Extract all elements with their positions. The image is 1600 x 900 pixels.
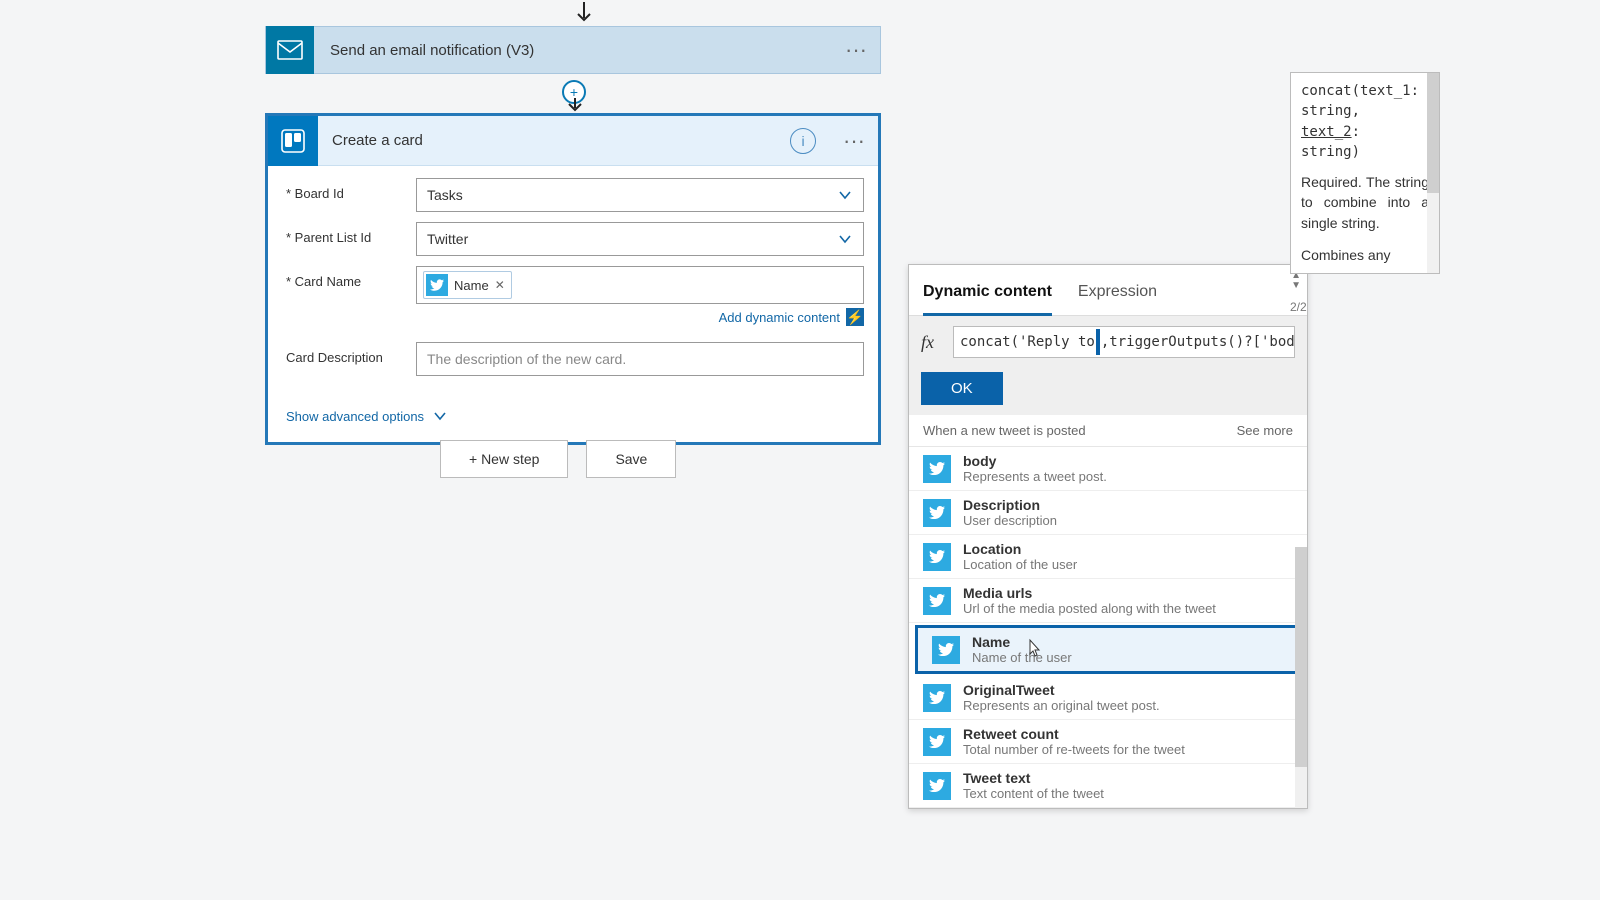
- dc-item-body[interactable]: bodyRepresents a tweet post.: [909, 447, 1307, 491]
- show-advanced-toggle[interactable]: Show advanced options: [286, 408, 448, 424]
- dc-item-location[interactable]: LocationLocation of the user: [909, 535, 1307, 579]
- tooltip-page-indicator: 2/2: [1290, 300, 1307, 314]
- trello-icon: [268, 116, 318, 166]
- dynamic-content-popover: Dynamic content Expression ▲▼ fx concat(…: [908, 264, 1308, 809]
- flow-arrow: [574, 0, 594, 26]
- card-description-input[interactable]: The description of the new card.: [416, 342, 864, 376]
- parent-list-id-label: * Parent List Id: [286, 222, 416, 245]
- mail-icon: [266, 26, 314, 74]
- twitter-icon: [923, 455, 951, 483]
- dc-item-desc: Total number of re-tweets for the tweet: [963, 742, 1185, 757]
- tab-expression[interactable]: Expression: [1078, 273, 1157, 315]
- token-name[interactable]: Name ✕: [423, 271, 512, 299]
- expression-input[interactable]: concat('Reply to ,triggerOutputs()?['bod: [953, 326, 1295, 358]
- board-id-value: Tasks: [427, 187, 463, 203]
- card-name-label: * Card Name: [286, 266, 416, 289]
- dc-item-tweet-text[interactable]: Tweet textText content of the tweet: [909, 764, 1307, 808]
- dc-item-desc: Url of the media posted along with the t…: [963, 601, 1216, 616]
- card-name-input[interactable]: Name ✕: [416, 266, 864, 304]
- dc-item-media-urls[interactable]: Media urlsUrl of the media posted along …: [909, 579, 1307, 623]
- twitter-icon: [923, 684, 951, 712]
- dc-item-title: Tweet text: [963, 770, 1104, 786]
- card-description-label: Card Description: [286, 342, 416, 365]
- create-card-title: Create a card: [318, 132, 790, 149]
- tooltip-scrollbar[interactable]: [1427, 73, 1439, 273]
- create-card-header[interactable]: Create a card i ···: [268, 116, 878, 166]
- token-remove-button[interactable]: ✕: [495, 278, 505, 292]
- twitter-icon: [923, 772, 951, 800]
- dc-item-originaltweet[interactable]: OriginalTweetRepresents an original twee…: [909, 676, 1307, 720]
- twitter-icon: [923, 543, 951, 571]
- dc-item-description[interactable]: DescriptionUser description: [909, 491, 1307, 535]
- dc-section-title: When a new tweet is posted: [923, 423, 1086, 438]
- scrollbar-thumb[interactable]: [1295, 547, 1307, 767]
- dc-item-title: Retweet count: [963, 726, 1185, 742]
- fx-icon: fx: [921, 332, 943, 353]
- add-dynamic-content-button[interactable]: ⚡: [846, 308, 864, 326]
- parent-list-id-value: Twitter: [427, 231, 468, 247]
- dc-item-title: Name: [972, 634, 1072, 650]
- info-icon[interactable]: i: [790, 128, 816, 154]
- function-tooltip: concat(text_1: string, text_2: string) R…: [1290, 72, 1440, 274]
- flow-arrow: [566, 98, 584, 114]
- add-dynamic-content-link[interactable]: Add dynamic content: [719, 310, 840, 325]
- dc-item-desc: Location of the user: [963, 557, 1077, 572]
- twitter-icon: [923, 587, 951, 615]
- twitter-icon: [426, 274, 448, 296]
- dynamic-content-list[interactable]: bodyRepresents a tweet post.DescriptionU…: [909, 447, 1307, 808]
- parent-list-id-select[interactable]: Twitter: [416, 222, 864, 256]
- chevron-down-icon: [837, 187, 853, 203]
- board-id-label: * Board Id: [286, 178, 416, 201]
- ok-button[interactable]: OK: [921, 372, 1003, 405]
- email-step-menu-button[interactable]: ···: [832, 37, 880, 63]
- see-more-link[interactable]: See more: [1237, 423, 1293, 438]
- dc-item-desc: Represents an original tweet post.: [963, 698, 1160, 713]
- scrollbar[interactable]: [1295, 547, 1307, 808]
- token-label: Name: [454, 278, 489, 293]
- chevron-down-icon: [432, 408, 448, 424]
- card-description-placeholder: The description of the new card.: [427, 351, 626, 367]
- dc-item-retweet-count[interactable]: Retweet countTotal number of re-tweets f…: [909, 720, 1307, 764]
- dc-item-desc: Represents a tweet post.: [963, 469, 1107, 484]
- expression-caret: [1096, 329, 1100, 355]
- dc-item-title: OriginalTweet: [963, 682, 1160, 698]
- twitter-icon: [923, 499, 951, 527]
- dc-item-title: Media urls: [963, 585, 1216, 601]
- dc-item-name[interactable]: NameName of the user: [915, 625, 1301, 674]
- create-card-step: Create a card i ··· * Board Id Tasks * P…: [265, 113, 881, 445]
- dc-item-title: body: [963, 453, 1107, 469]
- board-id-select[interactable]: Tasks: [416, 178, 864, 212]
- dc-item-desc: Name of the user: [972, 650, 1072, 665]
- chevron-down-icon: [837, 231, 853, 247]
- twitter-icon: [923, 728, 951, 756]
- dc-item-desc: User description: [963, 513, 1057, 528]
- dc-item-title: Location: [963, 541, 1077, 557]
- email-step-card[interactable]: Send an email notification (V3) ···: [265, 26, 881, 74]
- save-button[interactable]: Save: [586, 440, 676, 478]
- new-step-button[interactable]: + New step: [440, 440, 568, 478]
- tab-dynamic-content[interactable]: Dynamic content: [923, 273, 1052, 316]
- dc-item-desc: Text content of the tweet: [963, 786, 1104, 801]
- email-step-title: Send an email notification (V3): [326, 42, 832, 59]
- create-card-menu-button[interactable]: ···: [830, 128, 878, 154]
- dc-item-title: Description: [963, 497, 1057, 513]
- twitter-icon: [932, 636, 960, 664]
